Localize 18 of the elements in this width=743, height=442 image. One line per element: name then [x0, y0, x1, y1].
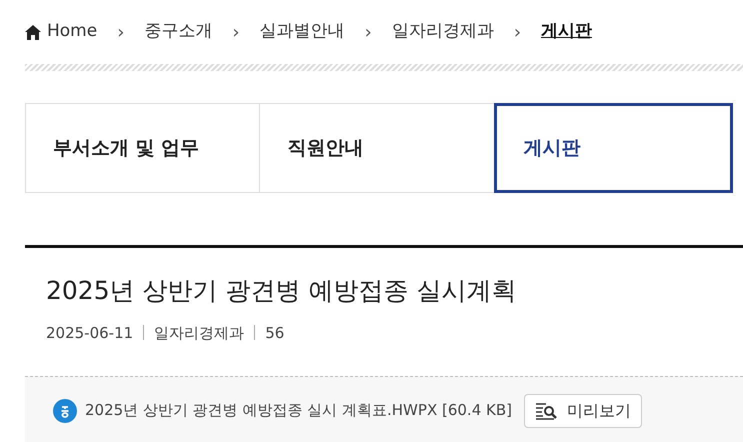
- post-date: 2025-06-11: [46, 322, 134, 344]
- breadcrumb-link[interactable]: 실과별안내: [260, 19, 345, 45]
- tab[interactable]: 게시판: [494, 103, 733, 193]
- chevron-icon: ›: [117, 18, 124, 46]
- file-icon: [53, 398, 77, 422]
- chevron-icon: ›: [514, 18, 522, 46]
- breadcrumb-link[interactable]: 중구소개: [144, 19, 212, 45]
- post-title: 2025년 상반기 광견병 예방접종 실시계획: [46, 275, 518, 307]
- chevron-icon: ›: [364, 18, 372, 46]
- preview-icon: [534, 402, 557, 420]
- preview-button[interactable]: 미리보기: [524, 394, 642, 428]
- chevron-icon: ›: [232, 18, 240, 46]
- breadcrumb-link[interactable]: Home: [25, 19, 98, 45]
- post-department: 일자리경제과: [154, 322, 244, 344]
- home-icon: [25, 24, 41, 40]
- breadcrumb-link[interactable]: 일자리경제과: [392, 19, 494, 45]
- attachment-link[interactable]: 2025년 상반기 광견병 예방접종 실시 계획표.HWPX [60.4 KB]: [85, 399, 512, 422]
- view-count: 56: [265, 322, 284, 344]
